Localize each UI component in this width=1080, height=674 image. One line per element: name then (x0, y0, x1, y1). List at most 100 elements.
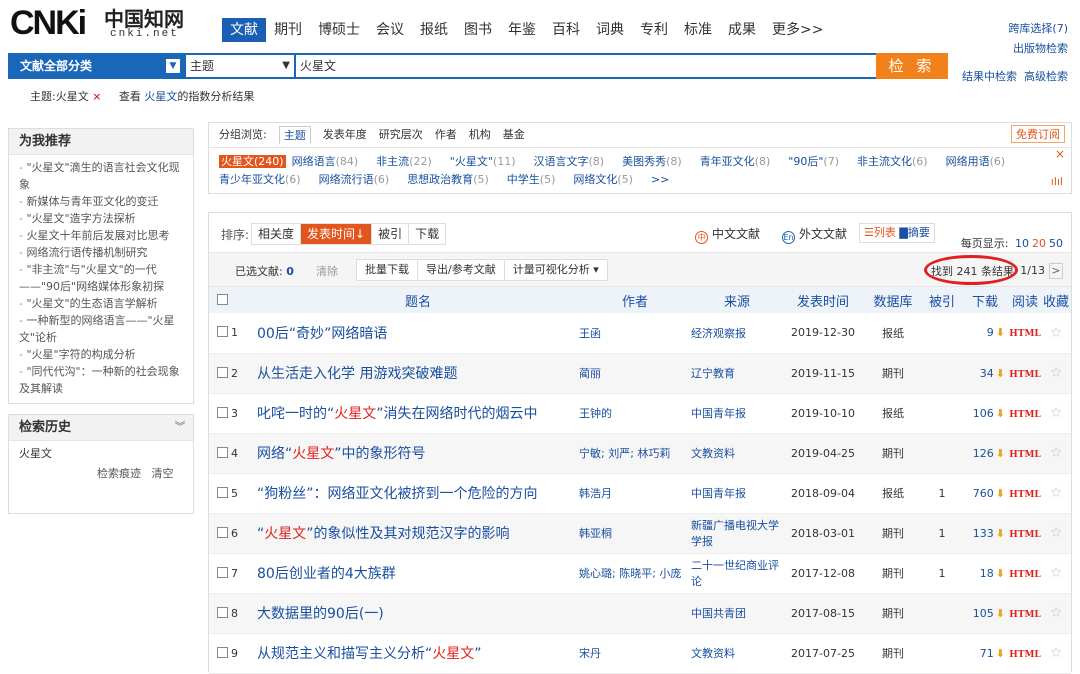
source-link[interactable]: 中国青年报 (691, 393, 783, 434)
tab-10[interactable]: 标准 (676, 18, 720, 42)
download-icon[interactable]: ⬇ (996, 487, 1005, 500)
row-checkbox[interactable] (217, 366, 228, 378)
result-title-link[interactable]: 从规范主义和描写主义分析“火星文” (257, 633, 579, 674)
author-link[interactable]: 韩浩月 (579, 473, 691, 514)
recommend-item[interactable]: 一种新型的网络语言——"火星文"论析 (19, 312, 185, 346)
source-link[interactable]: 新疆广播电视大学学报 (691, 513, 783, 554)
close-icon[interactable]: × (92, 90, 101, 103)
row-select[interactable]: 7 (209, 553, 257, 594)
author-link[interactable] (579, 593, 691, 634)
tab-8[interactable]: 词典 (588, 18, 632, 42)
cite-count[interactable] (923, 433, 961, 474)
row-checkbox[interactable] (217, 646, 228, 658)
html-read-icon[interactable]: HTML (1009, 570, 1041, 580)
cite-count[interactable]: 1 (923, 473, 961, 514)
recommend-item[interactable]: "火星文"造字方法探析 (19, 210, 185, 227)
row-checkbox[interactable] (217, 326, 228, 338)
author-link[interactable]: 蔺丽 (579, 353, 691, 394)
history-item[interactable]: 火星文 (9, 441, 193, 465)
html-read-icon[interactable]: HTML (1009, 530, 1041, 540)
recommend-item[interactable]: 网络流行语传播机制研究 (19, 244, 185, 261)
result-title-link[interactable]: 叱咤一时的“火星文”消失在网络时代的烟云中 (257, 393, 579, 434)
batch-action-button[interactable]: 计量可视化分析 ▾ (503, 259, 608, 281)
topic-tag[interactable]: 汉语言文字(8) (534, 155, 605, 168)
row-select[interactable]: 3 (209, 393, 257, 434)
html-read-icon[interactable]: HTML (1009, 370, 1041, 380)
list-view-button[interactable]: ☰列表 (864, 226, 896, 239)
batch-action-button[interactable]: 批量下载 (356, 259, 418, 281)
source-link[interactable]: 中国青年报 (691, 473, 783, 514)
per-page-option[interactable]: 50 (1049, 237, 1063, 250)
free-subscribe-button[interactable]: 免费订阅 (1011, 125, 1065, 143)
sort-option[interactable]: 发表时间↓ (300, 224, 372, 244)
history-trace-link[interactable]: 检索痕迹 (97, 467, 141, 480)
source-link[interactable]: 文教资料 (691, 433, 783, 474)
search-field-select[interactable]: 主题 ▼ (186, 55, 294, 77)
tab-4[interactable]: 报纸 (412, 18, 456, 42)
html-read-icon[interactable]: HTML (1009, 410, 1041, 420)
group-tab[interactable]: 发表年度 (323, 126, 367, 144)
result-title-link[interactable]: “火星文”的象似性及其对规范汉字的影响 (257, 513, 579, 554)
sort-option[interactable]: 被引 (371, 224, 408, 244)
history-clear-link[interactable]: 清空 (152, 467, 174, 480)
crumb-view-term-link[interactable]: 火星文 (144, 90, 177, 103)
row-select[interactable]: 9 (209, 633, 257, 674)
author-link[interactable]: 姚心璐; 陈晓平; 小庞 (579, 553, 691, 594)
sort-option[interactable]: 下载 (408, 224, 445, 244)
tab-5[interactable]: 图书 (456, 18, 500, 42)
group-tab[interactable]: 机构 (469, 126, 491, 144)
source-link[interactable]: 二十一世纪商业评论 (691, 553, 783, 594)
row-checkbox[interactable] (217, 526, 228, 538)
topic-tag[interactable]: 非主流文化(6) (857, 155, 928, 168)
next-page-button[interactable]: > (1049, 263, 1063, 279)
recommend-item[interactable]: 火星文十年前后发展对比思考 (19, 227, 185, 244)
per-page-option[interactable]: 10 (1015, 237, 1029, 250)
row-checkbox[interactable] (217, 606, 228, 618)
star-icon[interactable]: ☆ (1050, 525, 1063, 541)
tab-3[interactable]: 会议 (368, 18, 412, 42)
chart-icon[interactable]: ılıl (1051, 175, 1063, 188)
download-icon[interactable]: ⬇ (996, 326, 1005, 339)
chinese-docs-filter[interactable]: 中中文文献 (695, 225, 760, 244)
tab-2[interactable]: 博硕士 (310, 18, 368, 42)
batch-action-button[interactable]: 导出/参考文献 (417, 259, 505, 281)
row-checkbox[interactable] (217, 446, 228, 458)
row-select[interactable]: 2 (209, 353, 257, 394)
cite-count[interactable] (923, 313, 961, 354)
close-icon[interactable]: × (1055, 147, 1065, 161)
star-icon[interactable]: ☆ (1050, 485, 1063, 501)
row-select[interactable]: 8 (209, 593, 257, 634)
group-tab[interactable]: 研究层次 (379, 126, 423, 144)
cite-count[interactable]: 1 (923, 513, 961, 554)
advanced-search-link[interactable]: 高级检索 (1024, 70, 1068, 83)
star-icon[interactable]: ☆ (1050, 365, 1063, 381)
select-all-checkbox[interactable] (209, 287, 257, 313)
tab-6[interactable]: 年鉴 (500, 18, 544, 42)
row-checkbox[interactable] (217, 486, 228, 498)
download-icon[interactable]: ⬇ (996, 407, 1005, 420)
row-select[interactable]: 1 (209, 313, 257, 354)
search-button[interactable]: 检 索 (876, 53, 948, 79)
result-title-link[interactable]: 从生活走入化学 用游戏突破难题 (257, 353, 579, 394)
author-link[interactable]: 韩亚桐 (579, 513, 691, 554)
topic-tag[interactable]: 青少年亚文化(6) (219, 173, 301, 186)
group-tab[interactable]: 主题 (278, 126, 311, 144)
topic-tag[interactable]: "火星文"(11) (450, 155, 516, 168)
result-title-link[interactable]: 网络“火星文”中的象形符号 (257, 433, 579, 474)
cite-count[interactable]: 1 (923, 553, 961, 594)
result-title-link[interactable]: 大数据里的90后(一) (257, 593, 579, 634)
recommend-item[interactable]: "非主流"与"火星文"的一代——"90后"网络媒体形象初探 (19, 261, 185, 295)
foreign-docs-filter[interactable]: En 外文文献 (782, 225, 847, 244)
abstract-view-button[interactable]: ▇摘要 (899, 226, 929, 239)
cite-count[interactable] (923, 393, 961, 434)
star-icon[interactable]: ☆ (1050, 405, 1063, 421)
topic-tag[interactable]: 非主流(22) (376, 155, 432, 168)
topic-tag[interactable]: 思想政治教育(5) (407, 173, 489, 186)
tab-0[interactable]: 文献 (222, 18, 266, 42)
row-select[interactable]: 4 (209, 433, 257, 474)
topic-tag[interactable]: 网络语言(84) (292, 155, 359, 168)
chevron-down-icon[interactable]: ︾ (175, 415, 185, 441)
topic-tag[interactable]: 网络流行语(6) (319, 173, 390, 186)
download-icon[interactable]: ⬇ (996, 607, 1005, 620)
publication-search-link[interactable]: 出版物检索 (1008, 39, 1068, 59)
